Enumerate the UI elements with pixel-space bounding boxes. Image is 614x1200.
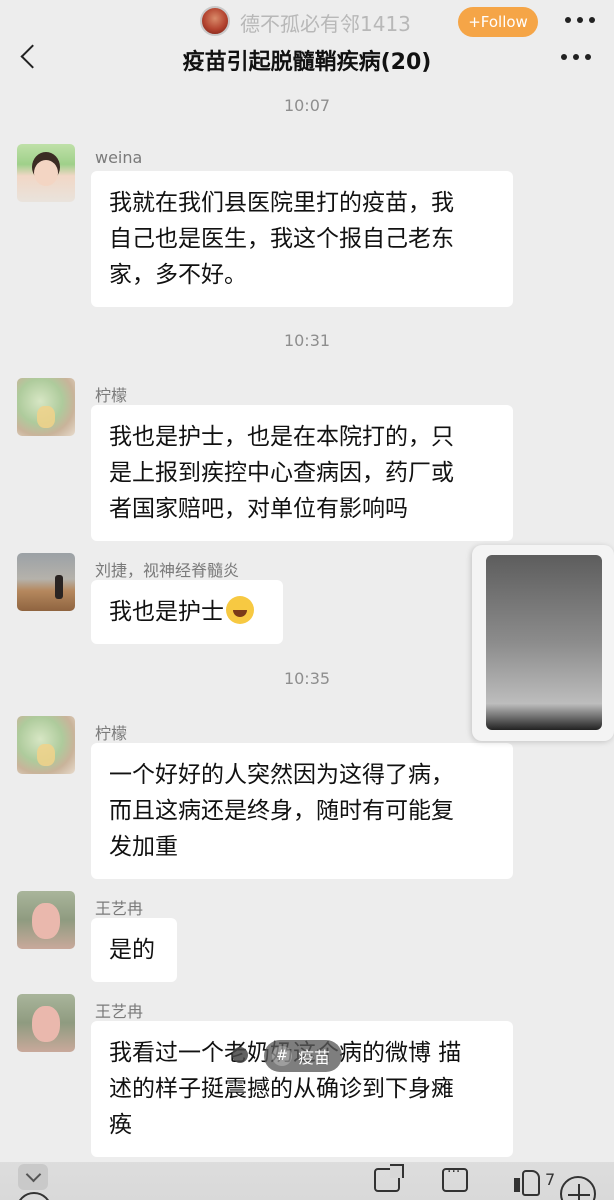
message-line: 发加重 [109,834,178,860]
timestamp: 10:31 [283,331,331,350]
chat-more-icon[interactable] [556,50,596,64]
avatar[interactable] [17,553,75,611]
hashtag-icon: # [272,1046,292,1066]
follow-button[interactable]: +Follow [458,7,538,37]
message-line: 而且这病还是终身，随时有可能复 [109,798,454,824]
message-line: 家，多不好。 [109,262,247,288]
avatar[interactable] [17,144,75,202]
chevron-down-icon[interactable] [18,1164,48,1190]
sender-name: 柠檬 [95,724,128,743]
more-options-icon[interactable] [560,10,600,30]
hashtag-label: 疫苗 [298,1048,331,1067]
like-icon[interactable] [512,1168,540,1196]
poster-avatar[interactable] [200,6,230,36]
hashtag-dot-icon [232,1047,248,1063]
timestamp: 10:07 [283,96,331,115]
chat-nav-bar: 疫苗引起脱髓鞘疾病(20) [0,40,614,76]
poster-name[interactable]: 德不孤必有邻1413 [240,8,411,37]
message-line: 痪 [109,1112,132,1138]
avatar[interactable] [17,891,75,949]
add-icon[interactable] [560,1176,596,1200]
bottom-action-bar: 7 [0,1162,614,1200]
hashtag-chip[interactable]: # 疫苗 [264,1040,343,1072]
message-line: 自己也是医生，我这个报自己老东 [109,226,454,252]
sender-name: 刘捷，视神经脊髓炎 [95,561,240,580]
message-line: 我也是护士，也是在本院打的，只 [109,424,454,450]
chat-title: 疫苗引起脱髓鞘疾病(20) [182,50,432,75]
post-header: 德不孤必有邻1413 +Follow [0,0,614,44]
message-bubble[interactable]: 我就在我们县医院里打的疫苗，我 自己也是医生，我这个报自己老东 家，多不好。 [91,171,513,307]
avatar[interactable] [17,994,75,1052]
message-line: 述的样子挺震撼的从确诊到下身瘫 [109,1076,454,1102]
sender-name: 柠檬 [95,386,128,405]
message-bubble[interactable]: 是的 [91,918,177,982]
sender-name: weina [95,148,143,167]
message-text: 我也是护士 [109,599,224,625]
sender-name: 王艺冉 [95,899,144,918]
message-line: 是的 [109,937,155,963]
message-line: 我就在我们县医院里打的疫苗，我 [109,190,454,216]
message-line: 一个好好的人突然因为这得了病， [109,762,454,788]
message-bubble[interactable]: 我也是护士，也是在本院打的，只 是上报到疾控中心查病因，药厂或 者国家赔吧，对单… [91,405,513,541]
floating-video-window[interactable] [472,545,614,741]
share-icon[interactable] [374,1164,404,1192]
message-bubble[interactable]: 一个好好的人突然因为这得了病， 而且这病还是终身，随时有可能复 发加重 [91,743,513,879]
like-count: 7 [545,1170,556,1189]
sender-name: 王艺冉 [95,1002,144,1021]
message-bubble[interactable]: 我也是护士 [91,580,283,644]
comment-icon[interactable] [442,1164,468,1192]
message-line: 我也是护士 [109,594,269,630]
crying-laughing-emoji-icon [226,596,254,624]
message-line: 是上报到疾控中心查病因，药厂或 [109,460,454,486]
avatar[interactable] [17,378,75,436]
voice-icon[interactable] [16,1192,52,1200]
avatar[interactable] [17,716,75,774]
message-line: 者国家赔吧，对单位有影响吗 [109,496,408,522]
video-thumbnail[interactable] [486,555,602,730]
